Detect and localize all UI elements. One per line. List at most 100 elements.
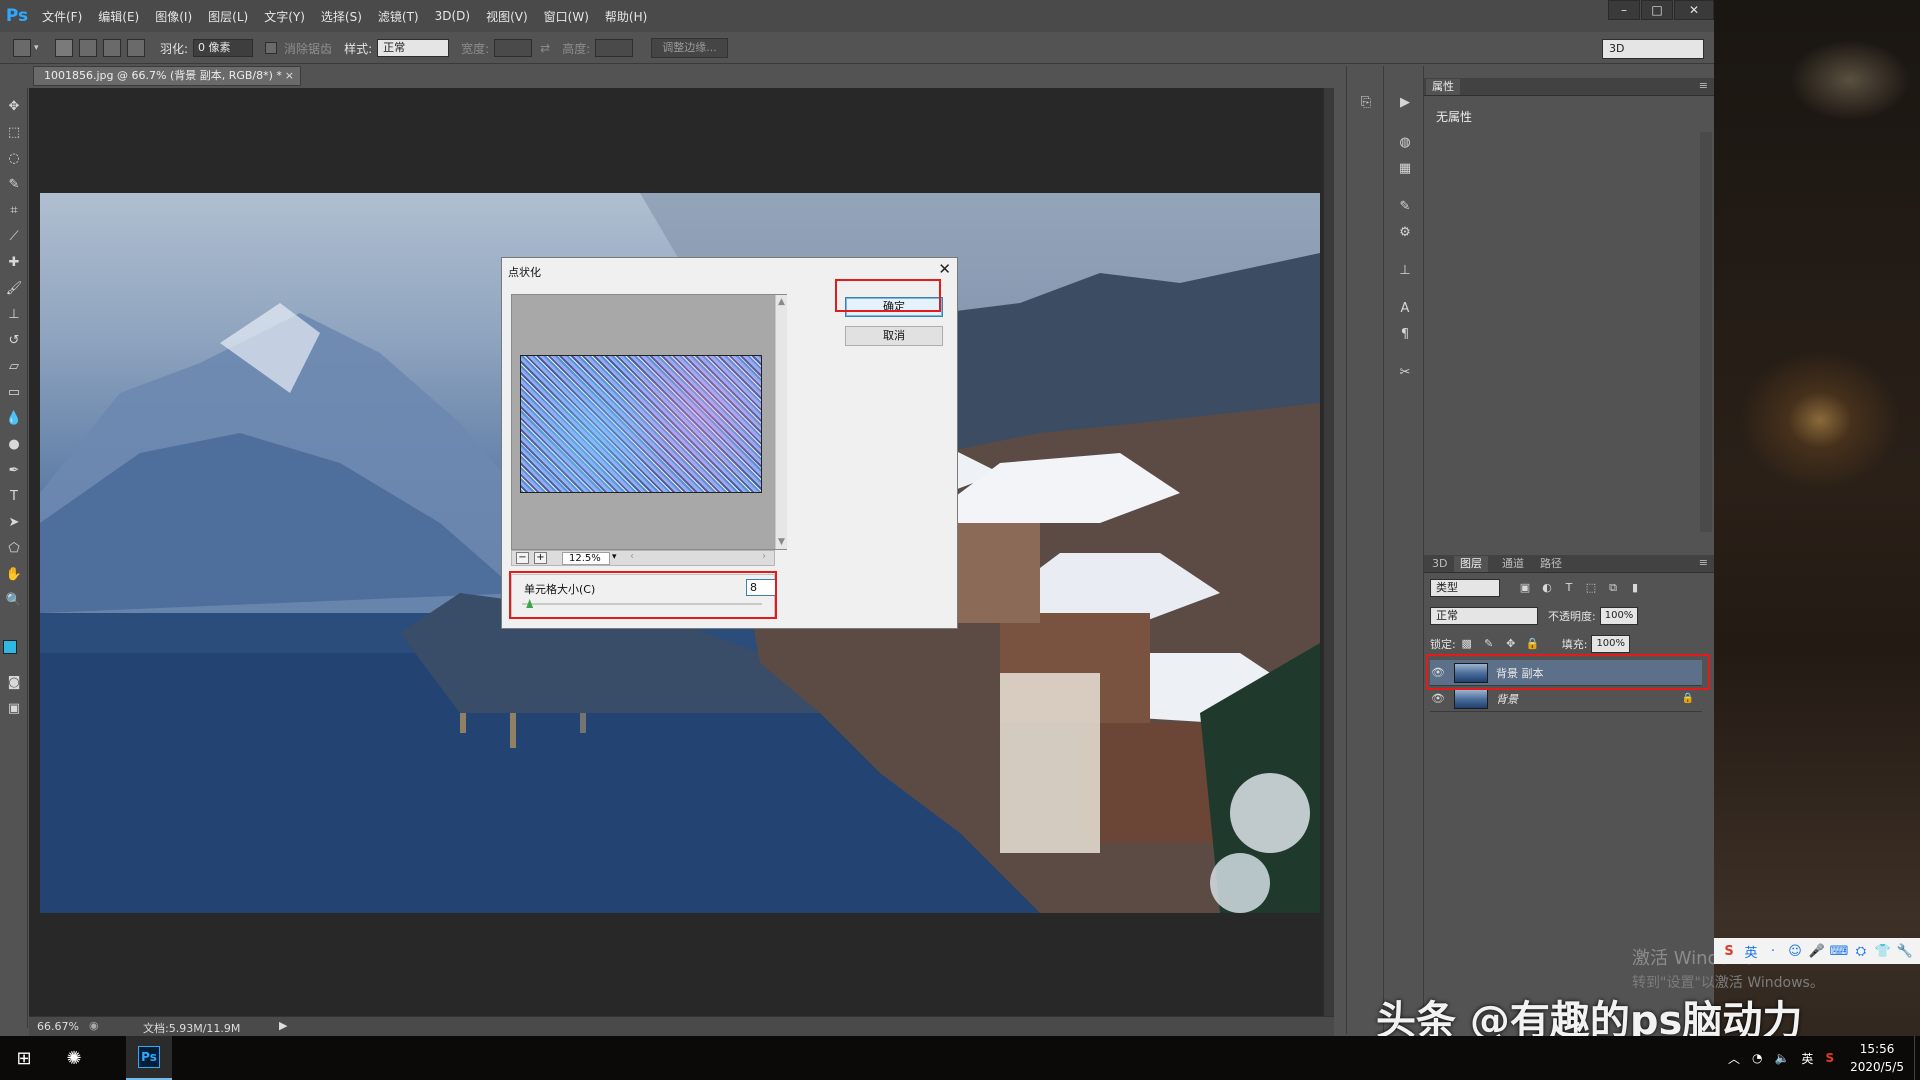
intersect-selection-icon[interactable] — [127, 39, 145, 57]
clone-stamp-tool-icon[interactable]: ⊥ — [4, 304, 24, 324]
clock[interactable]: 15:56 2020/5/5 — [1840, 1040, 1914, 1076]
healing-brush-tool-icon[interactable]: ✚ — [4, 252, 24, 272]
tab-layers[interactable]: 图层 — [1454, 556, 1488, 572]
menu-select[interactable]: 选择(S) — [313, 8, 370, 25]
path-select-tool-icon[interactable]: ➤ — [4, 512, 24, 532]
clone-source-icon[interactable]: ⊥ — [1395, 260, 1415, 280]
history-brush-tool-icon[interactable]: ↺ — [4, 330, 24, 350]
marquee-preset-icon[interactable] — [13, 39, 31, 57]
preview-scrollbar[interactable]: ▲ ▼ — [775, 295, 787, 549]
status-info-icon[interactable]: ◉ — [89, 1019, 99, 1032]
lock-position-icon[interactable]: ✥ — [1504, 637, 1518, 651]
ime-keyboard-icon[interactable]: ⌨ — [1828, 944, 1850, 959]
document-tab[interactable]: 1001856.jpg @ 66.7% (背景 副本, RGB/8*) * × — [33, 66, 301, 86]
pen-tool-icon[interactable]: ✒ — [4, 460, 24, 480]
lock-pixels-icon[interactable]: ✎ — [1482, 637, 1496, 651]
lock-all-icon[interactable]: 🔒 — [1526, 637, 1540, 651]
workspace-select[interactable]: 3D — [1602, 39, 1704, 59]
sogou-tray-icon[interactable]: S — [1825, 1051, 1834, 1065]
menu-edit[interactable]: 编辑(E) — [90, 8, 147, 25]
zoom-in-button[interactable]: + — [534, 552, 547, 564]
scroll-up-icon[interactable]: ▲ — [778, 297, 785, 307]
close-tab-icon[interactable]: × — [285, 67, 294, 85]
ime-emoji-icon[interactable]: ☺ — [1784, 944, 1806, 959]
adjustments-icon[interactable]: ⚙ — [1395, 222, 1415, 242]
cell-size-input[interactable]: 8 — [746, 579, 776, 596]
ime-tools-icon[interactable]: ⛭ — [1850, 944, 1872, 959]
crop-tool-icon[interactable]: ⌗ — [4, 200, 24, 220]
ime-voice-icon[interactable]: 🎤 — [1806, 944, 1828, 959]
subtract-selection-icon[interactable] — [103, 39, 121, 57]
zoom-level[interactable]: 66.67% — [37, 1020, 79, 1033]
ime-logo-icon[interactable]: S — [1718, 944, 1740, 959]
filter-type-icon[interactable]: T — [1562, 581, 1576, 595]
blur-tool-icon[interactable]: 💧 — [4, 408, 24, 428]
eyedropper-tool-icon[interactable]: ⟋ — [4, 226, 24, 246]
close-window-button[interactable]: ✕ — [1674, 0, 1714, 20]
add-selection-icon[interactable] — [79, 39, 97, 57]
maximize-button[interactable]: □ — [1641, 0, 1673, 20]
ime-punct-icon[interactable]: · — [1762, 944, 1784, 959]
zoom-tool-icon[interactable]: 🔍 — [4, 590, 24, 610]
play-icon[interactable]: ▶ — [1395, 92, 1415, 112]
zoom-out-button[interactable]: − — [516, 552, 529, 564]
shape-tool-icon[interactable]: ⬠ — [4, 538, 24, 558]
menu-image[interactable]: 图像(I) — [147, 8, 200, 25]
filter-pixel-icon[interactable]: ▣ — [1518, 581, 1532, 595]
opacity-input[interactable]: 100% — [1599, 607, 1639, 625]
tab-channels[interactable]: 通道 — [1496, 556, 1530, 572]
menu-type[interactable]: 文字(Y) — [256, 8, 313, 25]
cell-size-slider-thumb[interactable] — [526, 599, 534, 608]
layer-background[interactable]: 👁 背景 🔒 — [1430, 686, 1702, 712]
preview-area[interactable]: ▲ ▼ — [511, 294, 787, 550]
style-select[interactable]: 正常 — [377, 39, 450, 57]
menu-view[interactable]: 视图(V) — [478, 8, 536, 25]
app-fan-icon[interactable]: ✺ — [52, 1036, 96, 1080]
menu-help[interactable]: 帮助(H) — [597, 8, 655, 25]
quick-select-tool-icon[interactable]: ✎ — [4, 174, 24, 194]
tray-chevron-icon[interactable]: ︿ — [1728, 1050, 1740, 1067]
filter-shape-icon[interactable]: ⬚ — [1584, 581, 1598, 595]
width-input[interactable] — [494, 39, 533, 57]
gradient-tool-icon[interactable]: ▭ — [4, 382, 24, 402]
refine-edge-button[interactable]: 调整边缘... — [651, 38, 728, 58]
history-icon[interactable]: ⎘ — [1356, 92, 1376, 112]
layers-menu-icon[interactable]: ≡ — [1699, 556, 1708, 569]
brush-preset-icon[interactable]: ✎ — [1395, 196, 1415, 216]
screen-mode-icon[interactable]: ▣ — [4, 698, 24, 718]
ime-skin-icon[interactable]: 👕 — [1872, 944, 1894, 959]
brush-tool-icon[interactable]: 🖌 — [4, 278, 24, 298]
dialog-close-icon[interactable]: ✕ — [938, 260, 951, 278]
panel-menu-icon[interactable]: ≡ — [1699, 79, 1708, 92]
preview-zoom-value[interactable]: 12.5% — [562, 552, 610, 565]
preview-image[interactable] — [520, 355, 762, 493]
zoom-dropdown-icon[interactable]: ▾ — [612, 552, 617, 562]
cancel-button[interactable]: 取消 — [845, 326, 943, 346]
volume-icon[interactable]: 🔈 — [1774, 1051, 1789, 1065]
cell-size-slider[interactable] — [522, 599, 762, 608]
menu-window[interactable]: 窗口(W) — [536, 8, 597, 25]
input-language[interactable]: 英 — [1801, 1050, 1813, 1067]
new-selection-icon[interactable] — [55, 39, 73, 57]
height-input[interactable] — [595, 39, 634, 57]
menu-file[interactable]: 文件(F) — [34, 8, 90, 25]
menu-3d[interactable]: 3D(D) — [427, 9, 478, 23]
taskbar-photoshop[interactable]: Ps — [126, 1036, 172, 1080]
swatches-icon[interactable]: ▦ — [1395, 158, 1415, 178]
layer-background-copy[interactable]: 👁 背景 副本 — [1430, 660, 1702, 686]
canvas-scrollbar[interactable] — [1323, 88, 1334, 1016]
fill-input[interactable]: 100% — [1591, 635, 1631, 653]
filter-smart-icon[interactable]: ⧉ — [1606, 581, 1620, 595]
quick-mask-icon[interactable]: ◙ — [4, 672, 24, 692]
layer-kind-select[interactable]: 类型 — [1430, 579, 1500, 597]
move-tool-icon[interactable]: ✥ — [4, 96, 24, 116]
scroll-down-icon[interactable]: ▼ — [778, 537, 785, 547]
character-icon[interactable]: A — [1395, 298, 1415, 318]
properties-scrollbar[interactable] — [1700, 132, 1712, 532]
network-icon[interactable]: ◔ — [1752, 1051, 1762, 1065]
tab-3d[interactable]: 3D — [1426, 556, 1453, 572]
swap-icon[interactable]: ⇄ — [540, 41, 550, 55]
hand-tool-icon[interactable]: ✋ — [4, 564, 24, 584]
tab-paths[interactable]: 路径 — [1534, 556, 1568, 572]
eraser-tool-icon[interactable]: ▱ — [4, 356, 24, 376]
